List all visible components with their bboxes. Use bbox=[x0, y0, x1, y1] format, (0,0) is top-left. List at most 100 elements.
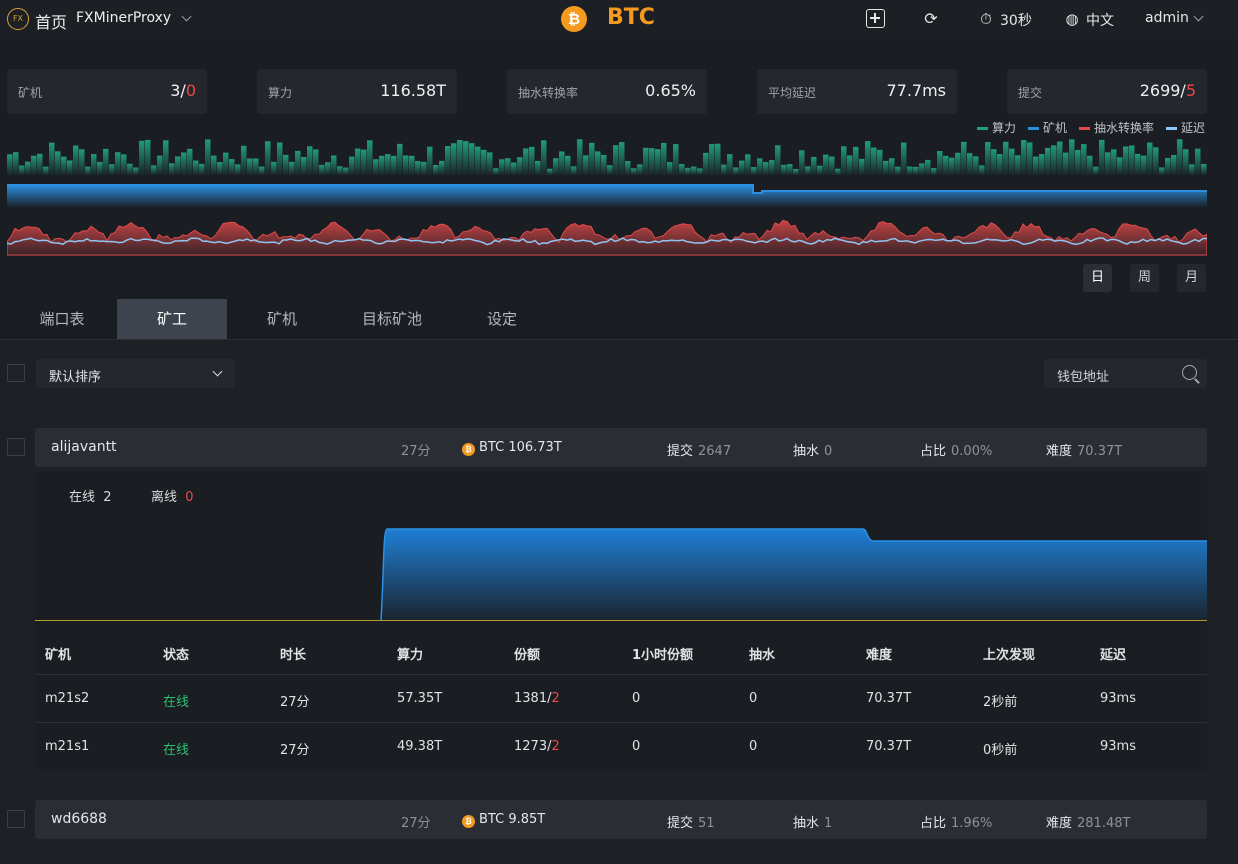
stat-label: 平均延迟 bbox=[768, 86, 817, 100]
worker-checkbox[interactable] bbox=[7, 438, 25, 456]
hashrate-bar bbox=[859, 158, 865, 175]
column-header[interactable]: 份额 bbox=[514, 644, 540, 663]
column-header[interactable]: 状态 bbox=[163, 644, 189, 663]
column-header[interactable]: 矿机 bbox=[45, 644, 71, 663]
hashrate-bar bbox=[1129, 145, 1135, 175]
hashrate-bar bbox=[1015, 155, 1021, 175]
hashrate-bar bbox=[1063, 152, 1069, 175]
user-menu[interactable]: admin bbox=[1145, 10, 1189, 26]
chevron-down-icon[interactable] bbox=[181, 11, 192, 22]
hashrate-bar bbox=[1165, 157, 1171, 175]
hashrate-bar bbox=[751, 167, 757, 175]
select-all-checkbox[interactable] bbox=[7, 364, 25, 382]
add-icon[interactable] bbox=[866, 9, 885, 28]
period-week-button[interactable]: 周 bbox=[1130, 264, 1159, 292]
hashrate-bar bbox=[1141, 155, 1147, 175]
hashrate-bar bbox=[439, 160, 445, 175]
worker-duration: 27分 bbox=[401, 444, 431, 459]
tab-workers[interactable]: 矿工 bbox=[117, 299, 227, 339]
hashrate-bar bbox=[475, 146, 481, 175]
hashrate-bar bbox=[1027, 142, 1033, 175]
worker-checkbox[interactable] bbox=[7, 810, 25, 828]
refresh-interval[interactable]: 30秒 bbox=[1000, 10, 1032, 30]
tab-miners[interactable]: 矿机 bbox=[227, 299, 337, 339]
hashrate-bar bbox=[145, 139, 151, 175]
worker-name: wd6688 bbox=[51, 811, 107, 827]
hashrate-bar bbox=[673, 144, 679, 175]
hashrate-bar bbox=[625, 161, 631, 175]
hashrate-bar bbox=[517, 157, 523, 175]
chart-legend-fee-rate[interactable]: 抽水转换率 bbox=[1079, 119, 1154, 136]
miner-fee: 0 bbox=[749, 739, 758, 754]
period-month-button[interactable]: 月 bbox=[1177, 264, 1206, 292]
column-header[interactable]: 抽水 bbox=[749, 644, 775, 663]
miner-name: m21s2 bbox=[45, 691, 90, 706]
hashrate-bar bbox=[79, 149, 85, 175]
hashrate-bar bbox=[331, 155, 337, 175]
hashrate-bar bbox=[499, 159, 505, 175]
hashrate-bar bbox=[949, 157, 955, 175]
hashrate-bar bbox=[919, 163, 925, 175]
search-icon[interactable] bbox=[1182, 365, 1197, 380]
hashrate-bar bbox=[115, 152, 121, 175]
sort-select[interactable]: 默认排序 bbox=[36, 359, 235, 388]
period-day-button[interactable]: 日 bbox=[1083, 264, 1112, 292]
worker-duration: 27分 bbox=[401, 816, 431, 831]
column-header[interactable]: 上次发现 bbox=[983, 644, 1035, 663]
wallet-search-input[interactable]: 钱包地址 bbox=[1044, 359, 1207, 388]
column-header[interactable]: 时长 bbox=[280, 644, 306, 663]
hashrate-bar bbox=[811, 156, 817, 175]
hashrate-bar bbox=[835, 168, 841, 175]
worker-ratio: 占比 0.00% bbox=[920, 444, 993, 459]
hashrate-bar bbox=[637, 164, 643, 175]
home-link[interactable]: 首页 bbox=[35, 9, 67, 33]
worker-row[interactable]: alijavantt 27分 ₿ BTC 106.73T 提交 2647 抽水 0 占… bbox=[35, 428, 1207, 467]
top-bar: FX 首页 FXMinerProxy ₿ BTC ⟳ ⏱ 30秒 ◍ 中文 ad… bbox=[0, 0, 1238, 38]
hashrate-bar bbox=[757, 158, 763, 175]
tab-settings[interactable]: 设定 bbox=[447, 299, 557, 339]
column-header[interactable]: 1小时份额 bbox=[632, 644, 693, 663]
hashrate-bar bbox=[1039, 154, 1045, 175]
hashrate-bar bbox=[1093, 166, 1099, 175]
miner-last-seen: 2秒前 bbox=[983, 695, 1018, 710]
column-header[interactable]: 延迟 bbox=[1100, 644, 1126, 663]
miner-shares: 1381/2 bbox=[514, 691, 560, 706]
app-name-dropdown[interactable]: FXMinerProxy bbox=[76, 10, 171, 26]
hashrate-bar bbox=[703, 152, 709, 175]
hashrate-bar bbox=[445, 146, 451, 175]
stat-label: 提交 bbox=[1018, 86, 1043, 100]
timer-icon[interactable]: ⏱ bbox=[976, 9, 996, 29]
refresh-icon[interactable]: ⟳ bbox=[921, 9, 941, 29]
chart-legend-hashrate[interactable]: 算力 bbox=[977, 119, 1016, 136]
hashrate-bar bbox=[991, 149, 997, 175]
table-row[interactable]: m21s1 在线 27分 49.38T 1273/2 0 0 70.37T 0秒… bbox=[35, 722, 1207, 770]
hashrate-bar bbox=[907, 166, 913, 175]
language-select[interactable]: 中文 bbox=[1086, 10, 1114, 30]
tab-target-pools[interactable]: 目标矿池 bbox=[337, 299, 447, 339]
hashrate-bar bbox=[985, 142, 991, 175]
chart-legend-latency[interactable]: 延迟 bbox=[1166, 119, 1205, 136]
worker-difficulty: 难度 70.37T bbox=[1046, 444, 1123, 459]
column-header[interactable]: 难度 bbox=[866, 644, 892, 663]
stat-value: 116.58T bbox=[380, 81, 446, 100]
stat-value: 3/0 bbox=[170, 81, 196, 100]
tab-ports[interactable]: 端口表 bbox=[7, 299, 117, 339]
chart-legend-miners[interactable]: 矿机 bbox=[1028, 119, 1067, 136]
column-header[interactable]: 算力 bbox=[397, 644, 423, 663]
chevron-down-icon[interactable] bbox=[1193, 11, 1204, 22]
hashrate-bar bbox=[121, 154, 127, 175]
hashrate-bar bbox=[1003, 141, 1009, 175]
hashrate-bar bbox=[961, 141, 967, 175]
worker-row[interactable]: wd6688 27分 ₿ BTC 9.85T 提交 51 抽水 1 占比 1.96% 难… bbox=[35, 800, 1207, 839]
hashrate-bar bbox=[451, 143, 457, 175]
hashrate-bar bbox=[505, 158, 511, 175]
app-logo-icon[interactable]: FX bbox=[7, 8, 29, 30]
table-row[interactable]: m21s2 在线 27分 57.35T 1381/2 0 0 70.37T 2秒… bbox=[35, 674, 1207, 722]
globe-icon[interactable]: ◍ bbox=[1062, 9, 1082, 29]
hashrate-bar bbox=[1099, 139, 1105, 175]
hashrate-bar bbox=[313, 149, 319, 175]
offline-count: 离线 0 bbox=[151, 490, 194, 505]
bitcoin-icon: ₿ bbox=[462, 815, 475, 828]
hashrate-bar bbox=[781, 164, 787, 175]
hashrate-bar bbox=[1075, 149, 1081, 175]
